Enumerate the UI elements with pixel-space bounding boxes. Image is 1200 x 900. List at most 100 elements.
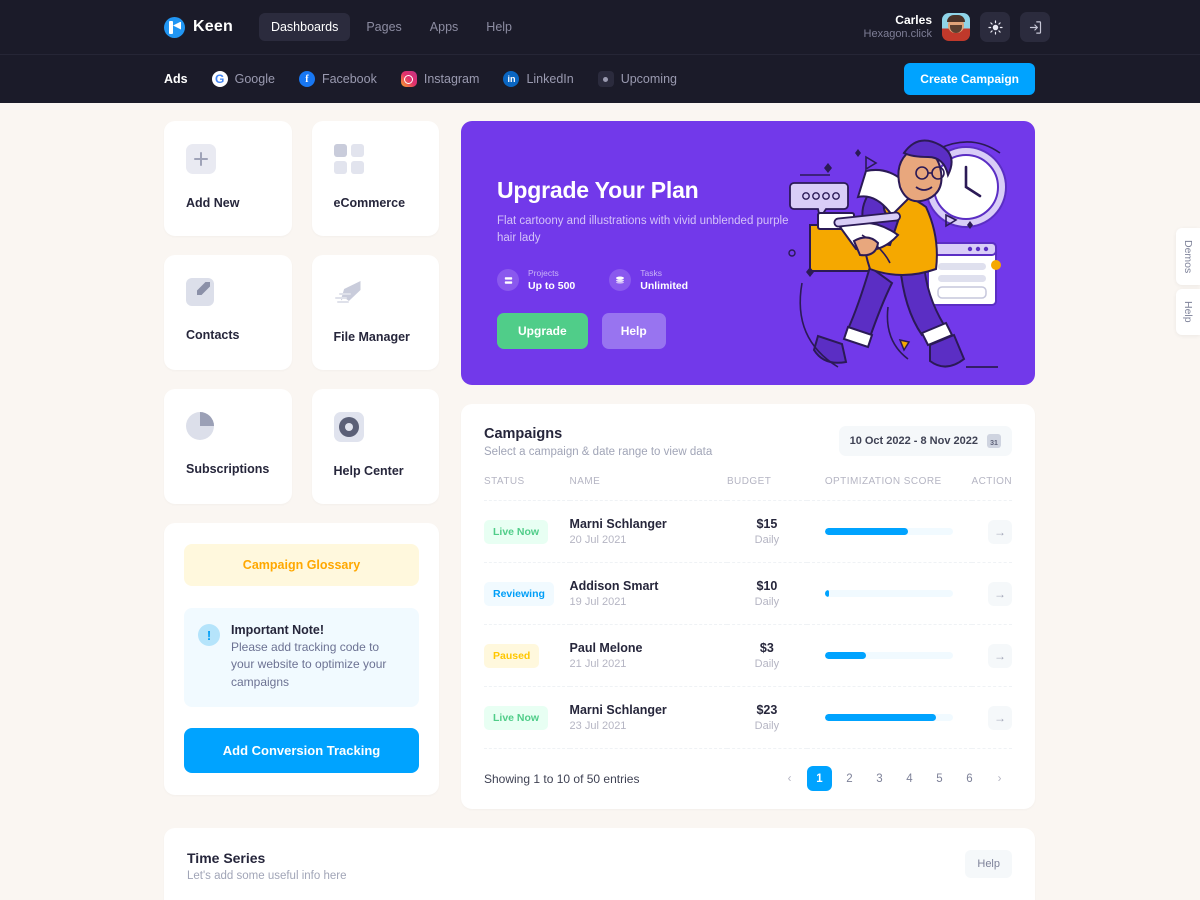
pagination-page-6[interactable]: 6 <box>957 766 982 791</box>
avatar[interactable] <box>942 13 970 41</box>
channel-instagram[interactable]: Instagram <box>400 71 479 87</box>
nav-item-dashboards[interactable]: Dashboards <box>258 13 351 41</box>
campaign-date: 21 Jul 2021 <box>569 658 627 670</box>
pagination-page-4[interactable]: 4 <box>897 766 922 791</box>
cell-action: → <box>971 624 1012 687</box>
add-conversion-tracking-button[interactable]: Add Conversion Tracking <box>184 728 419 774</box>
nav-item-apps[interactable]: Apps <box>418 13 471 41</box>
campaign-name: Addison Smart <box>569 579 659 593</box>
cell-score <box>806 624 972 687</box>
channel-label: Upcoming <box>620 72 677 86</box>
channel-ads[interactable]: Ads <box>164 72 188 86</box>
tile-label: Add New <box>186 196 240 210</box>
promo-subtitle: Flat cartoony and illustrations with viv… <box>497 215 789 245</box>
row-action-button[interactable]: → <box>988 643 1012 668</box>
create-campaign-button[interactable]: Create Campaign <box>904 63 1035 95</box>
cell-budget: $23 Daily <box>726 686 807 749</box>
promo-feature-projects: Projects Up to 500 <box>497 268 575 294</box>
feature-key: Projects <box>528 267 559 278</box>
channel-upcoming[interactable]: Upcoming <box>597 71 677 87</box>
note-body: Please add tracking code to your website… <box>231 640 387 689</box>
cell-score <box>806 562 972 625</box>
pagination-next[interactable]: › <box>987 766 1012 791</box>
person-carrying-documents-illustration <box>788 139 1007 368</box>
pagination-prev[interactable]: ‹ <box>777 766 802 791</box>
status-badge: Reviewing <box>484 581 554 606</box>
tile-ecommerce[interactable]: eCommerce <box>311 121 439 236</box>
campaign-date: 19 Jul 2021 <box>569 596 627 608</box>
budget-period: Daily <box>754 534 780 546</box>
campaign-name: Paul Melone <box>569 641 643 655</box>
channel-linkedin[interactable]: in LinkedIn <box>503 71 574 87</box>
budget-period: Daily <box>754 720 780 732</box>
tile-add-new[interactable]: Add New <box>164 121 292 236</box>
table-row[interactable]: Reviewing Addison Smart 19 Jul 2021 $10 … <box>484 562 1012 625</box>
column-action: ACTION <box>971 476 1012 501</box>
score-fill <box>824 714 937 721</box>
campaigns-title: Campaigns <box>484 426 563 442</box>
channel-google[interactable]: G Google <box>211 71 275 87</box>
tile-contacts[interactable]: Contacts <box>164 255 292 370</box>
important-note: ! Important Note! Please add tracking co… <box>184 608 419 708</box>
pagination-page-1[interactable]: 1 <box>807 766 832 791</box>
upgrade-button[interactable]: Upgrade <box>497 313 588 350</box>
campaigns-header: Campaigns Select a campaign & date range… <box>484 426 1012 458</box>
brand[interactable]: Keen <box>164 16 233 38</box>
nav-item-pages[interactable]: Pages <box>354 13 413 41</box>
facebook-icon: f <box>298 71 315 87</box>
edge-tabs: Demos Help <box>1176 228 1200 335</box>
pencil-square-icon <box>186 278 214 306</box>
logout-button[interactable] <box>1020 12 1050 42</box>
row-action-button[interactable]: → <box>988 581 1012 606</box>
row-action-button[interactable]: → <box>988 519 1012 544</box>
cell-budget: $15 Daily <box>726 500 807 563</box>
budget-period: Daily <box>754 658 780 670</box>
main-nav: Dashboards Pages Apps Help <box>258 13 524 41</box>
tile-subscriptions[interactable]: Subscriptions <box>164 389 292 504</box>
cell-status: Paused <box>484 624 570 687</box>
edge-tab-help[interactable]: Help <box>1176 289 1200 335</box>
header-actions: Carles Hexagon.click <box>864 12 1050 42</box>
pie-chart-icon <box>186 412 214 440</box>
cell-score <box>806 500 972 563</box>
pagination: ‹ 1 2 3 4 5 6 › <box>777 766 1012 791</box>
edge-tab-demos[interactable]: Demos <box>1176 228 1200 286</box>
linkedin-icon: in <box>503 71 520 87</box>
right-column: Upgrade Your Plan Flat cartoony and illu… <box>461 121 1035 809</box>
shortcut-tiles: Add New eCommerce Contacts File Manager <box>164 121 439 504</box>
budget-period: Daily <box>754 596 780 608</box>
score-fill <box>824 590 829 597</box>
instagram-icon <box>400 71 417 87</box>
tile-help-center[interactable]: Help Center <box>311 389 439 504</box>
glossary-card: Campaign Glossary ! Important Note! Plea… <box>164 523 439 796</box>
user-info[interactable]: Carles Hexagon.click <box>864 13 932 42</box>
budget-amount: $3 <box>759 641 774 655</box>
cell-status: Live Now <box>484 686 570 749</box>
channel-facebook[interactable]: f Facebook <box>298 71 377 87</box>
cell-name: Paul Melone 21 Jul 2021 <box>569 624 727 687</box>
table-row[interactable]: Live Now Marni Schlanger 23 Jul 2021 $23… <box>484 686 1012 749</box>
column-name: NAME <box>569 476 727 501</box>
tile-file-manager[interactable]: File Manager <box>311 255 439 370</box>
pagination-page-2[interactable]: 2 <box>837 766 862 791</box>
rocket-icon <box>334 278 364 308</box>
pagination-page-3[interactable]: 3 <box>867 766 892 791</box>
campaign-glossary-button[interactable]: Campaign Glossary <box>184 544 419 586</box>
time-series-help-button[interactable]: Help <box>965 850 1012 878</box>
feature-value: Unlimited <box>640 279 689 292</box>
table-row[interactable]: Live Now Marni Schlanger 20 Jul 2021 $15… <box>484 500 1012 563</box>
cell-action: → <box>971 686 1012 749</box>
row-action-button[interactable]: → <box>988 705 1012 730</box>
time-series-subtitle: Let's add some useful info here <box>187 870 347 882</box>
nav-item-help[interactable]: Help <box>474 13 524 41</box>
table-row[interactable]: Paused Paul Melone 21 Jul 2021 $3 Daily <box>484 624 1012 687</box>
date-range-picker[interactable]: 10 Oct 2022 - 8 Nov 2022 31 <box>838 426 1012 456</box>
score-fill <box>824 652 866 659</box>
theme-toggle-button[interactable] <box>980 12 1010 42</box>
channel-label: Google <box>234 72 275 86</box>
cell-budget: $3 Daily <box>726 624 807 687</box>
promo-help-button[interactable]: Help <box>601 313 666 350</box>
entries-count: Showing 1 to 10 of 50 entries <box>484 771 640 786</box>
pagination-page-5[interactable]: 5 <box>927 766 952 791</box>
tile-label: Subscriptions <box>186 462 270 476</box>
